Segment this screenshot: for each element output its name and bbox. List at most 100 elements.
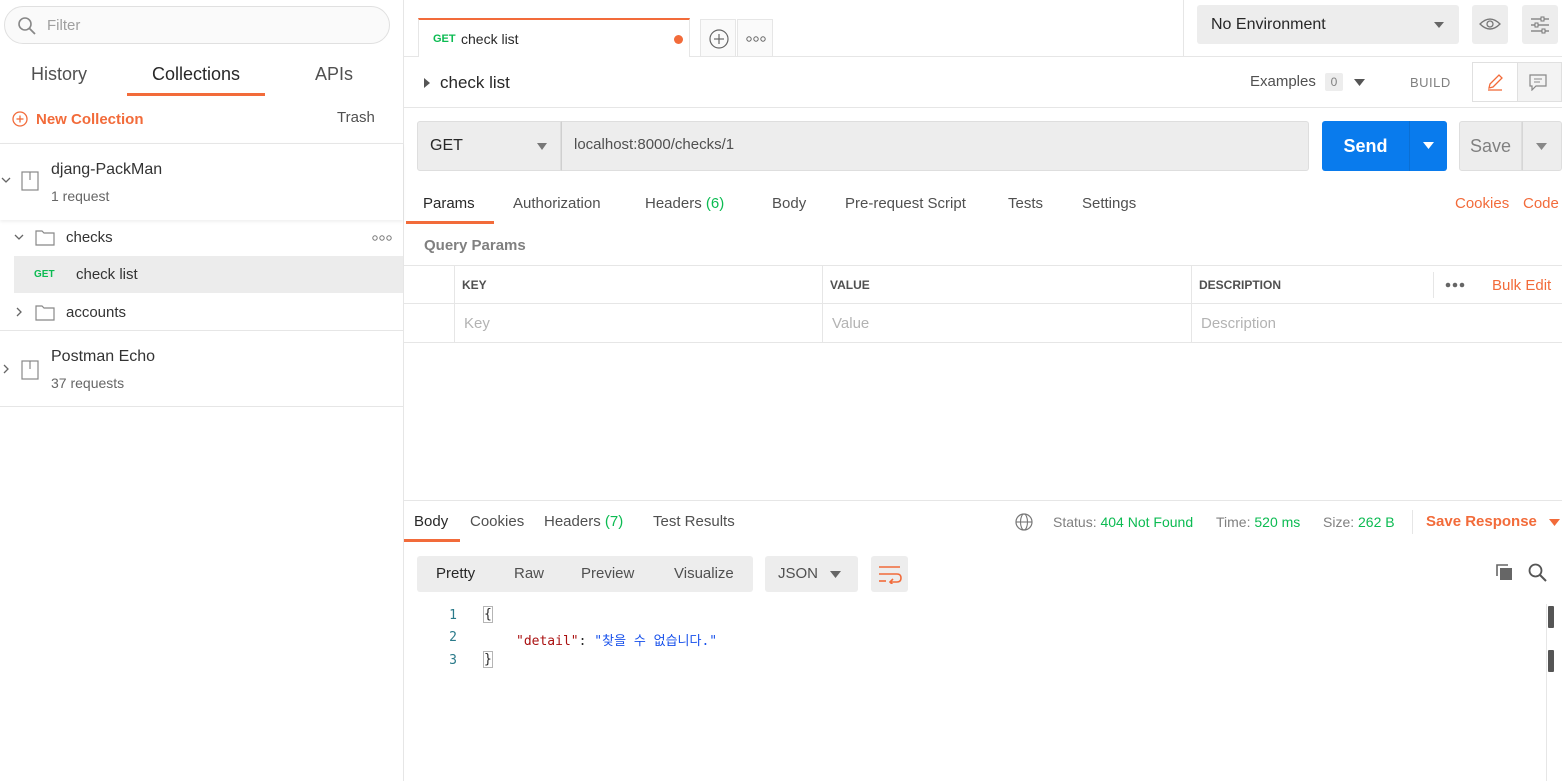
tab-body[interactable]: Body bbox=[772, 195, 806, 224]
caret-down-icon[interactable] bbox=[1354, 79, 1365, 86]
method-select[interactable]: GET bbox=[417, 121, 561, 171]
tab-prerequest-script[interactable]: Pre-request Script bbox=[845, 195, 966, 224]
search-icon[interactable] bbox=[1528, 563, 1547, 582]
url-input[interactable] bbox=[574, 136, 1274, 153]
view-preview-button[interactable]: Preview bbox=[581, 565, 634, 582]
request-check-list[interactable]: GET check list bbox=[14, 256, 403, 293]
more-options-icon bbox=[746, 36, 766, 42]
request-title: check list bbox=[440, 73, 510, 92]
folder-icon bbox=[35, 229, 55, 246]
tab-settings[interactable]: Settings bbox=[1082, 195, 1136, 224]
caret-right-icon[interactable] bbox=[424, 78, 430, 88]
size-label: Size: bbox=[1323, 514, 1355, 530]
tab-authorization[interactable]: Authorization bbox=[513, 195, 601, 224]
edit-mode-button[interactable] bbox=[1473, 63, 1518, 101]
chevron-down-icon[interactable] bbox=[0, 174, 12, 186]
scrollbar-thumb[interactable] bbox=[1548, 606, 1554, 628]
json-key: "detail" bbox=[516, 634, 579, 649]
save-response-button[interactable]: Save Response bbox=[1426, 513, 1561, 530]
build-label: BUILD bbox=[1410, 75, 1451, 90]
line-number: 1 bbox=[449, 608, 457, 623]
save-options-button[interactable] bbox=[1522, 121, 1562, 171]
response-tab-cookies[interactable]: Cookies bbox=[470, 513, 524, 542]
key-input[interactable]: Key bbox=[464, 315, 490, 332]
request-name-header[interactable]: check list bbox=[424, 72, 510, 94]
sliders-icon bbox=[1530, 15, 1550, 35]
save-button[interactable]: Save bbox=[1459, 121, 1522, 171]
send-button[interactable]: Send bbox=[1322, 121, 1409, 171]
response-tab-headers[interactable]: Headers (7) bbox=[544, 513, 623, 542]
code-link[interactable]: Code bbox=[1523, 195, 1559, 212]
request-tab-title: check list bbox=[461, 31, 519, 47]
params-table-header bbox=[404, 266, 1562, 304]
globe-icon[interactable] bbox=[1015, 513, 1033, 531]
tab-options-button[interactable] bbox=[737, 19, 773, 57]
tab-tests[interactable]: Tests bbox=[1008, 195, 1043, 224]
plus-circle-icon bbox=[709, 29, 729, 49]
wrap-lines-button[interactable] bbox=[871, 556, 908, 592]
description-header: DESCRIPTION bbox=[1199, 278, 1282, 292]
collection-postman-echo[interactable]: Postman Echo 37 requests bbox=[0, 330, 403, 407]
json-line: "detail": "찾을 수 없습니다." bbox=[516, 630, 717, 649]
view-visualize-button[interactable]: Visualize bbox=[674, 565, 734, 582]
json-colon: : bbox=[578, 634, 595, 649]
examples-label[interactable]: Examples bbox=[1250, 73, 1316, 90]
tab-history[interactable]: History bbox=[29, 62, 89, 96]
chevron-down-icon[interactable] bbox=[13, 231, 25, 243]
time-value: 520 ms bbox=[1254, 514, 1301, 530]
environment-quick-look-button[interactable] bbox=[1472, 5, 1508, 44]
json-close-brace: } bbox=[483, 651, 493, 668]
new-collection-button[interactable]: New Collection bbox=[12, 108, 144, 130]
params-table: KEY VALUE DESCRIPTION Bulk Edit Key Valu… bbox=[404, 265, 1562, 343]
unsaved-dot-icon bbox=[674, 35, 683, 44]
value-input[interactable]: Value bbox=[832, 315, 869, 332]
format-select[interactable]: JSON bbox=[765, 556, 858, 592]
scrollbar-track[interactable] bbox=[1546, 604, 1547, 781]
request-tab[interactable]: GET check list bbox=[418, 18, 690, 57]
method-label: GET bbox=[430, 137, 463, 154]
collection-djang-packman[interactable]: djang-PackMan 1 request bbox=[0, 143, 403, 220]
tab-params[interactable]: Params bbox=[406, 195, 494, 224]
filter-input[interactable] bbox=[47, 15, 367, 35]
collection-name: djang-PackMan bbox=[51, 161, 163, 178]
chevron-right-icon[interactable] bbox=[13, 306, 25, 318]
url-field[interactable] bbox=[561, 121, 1309, 171]
new-tab-button[interactable] bbox=[700, 19, 736, 57]
tab-apis[interactable]: APIs bbox=[314, 62, 354, 96]
view-pretty-button[interactable]: Pretty bbox=[436, 565, 475, 582]
send-options-button[interactable] bbox=[1409, 121, 1447, 171]
response-tab-body[interactable]: Body bbox=[404, 513, 460, 542]
mode-toggle bbox=[1472, 62, 1562, 102]
comment-mode-button[interactable] bbox=[1529, 74, 1547, 91]
headers-count: (6) bbox=[705, 195, 725, 212]
more-options-icon[interactable] bbox=[1445, 282, 1465, 288]
chevron-right-icon[interactable] bbox=[0, 363, 12, 375]
description-input[interactable]: Description bbox=[1201, 315, 1276, 332]
time-info: Time: 520 ms bbox=[1216, 514, 1300, 530]
tab-headers[interactable]: Headers (6) bbox=[645, 195, 724, 224]
folder-accounts[interactable]: accounts bbox=[0, 294, 403, 331]
divider bbox=[404, 107, 1562, 108]
caret-down-icon bbox=[1423, 142, 1434, 149]
response-tab-test-results[interactable]: Test Results bbox=[653, 513, 735, 542]
pencil-icon bbox=[1486, 73, 1504, 91]
save-response-label: Save Response bbox=[1426, 513, 1537, 530]
bulk-edit-link[interactable]: Bulk Edit bbox=[1492, 277, 1551, 294]
filter-box[interactable] bbox=[4, 6, 390, 44]
view-raw-button[interactable]: Raw bbox=[514, 565, 544, 582]
plus-circle-icon bbox=[12, 111, 28, 127]
folder-checks[interactable]: checks bbox=[0, 219, 403, 256]
json-open-brace: { bbox=[483, 606, 493, 623]
trash-button[interactable]: Trash bbox=[337, 109, 375, 126]
copy-icon[interactable] bbox=[1495, 563, 1513, 581]
manage-environments-button[interactable] bbox=[1522, 5, 1558, 44]
response-headers-count: (7) bbox=[604, 513, 624, 530]
environment-select[interactable]: No Environment bbox=[1197, 5, 1459, 44]
divider bbox=[1433, 272, 1434, 298]
more-options-icon[interactable] bbox=[372, 235, 392, 241]
column-divider bbox=[1191, 266, 1192, 342]
line-number: 3 bbox=[449, 653, 457, 668]
cookies-link[interactable]: Cookies bbox=[1455, 195, 1509, 212]
status-value: 404 Not Found bbox=[1100, 514, 1194, 530]
tab-collections[interactable]: Collections bbox=[127, 62, 265, 96]
